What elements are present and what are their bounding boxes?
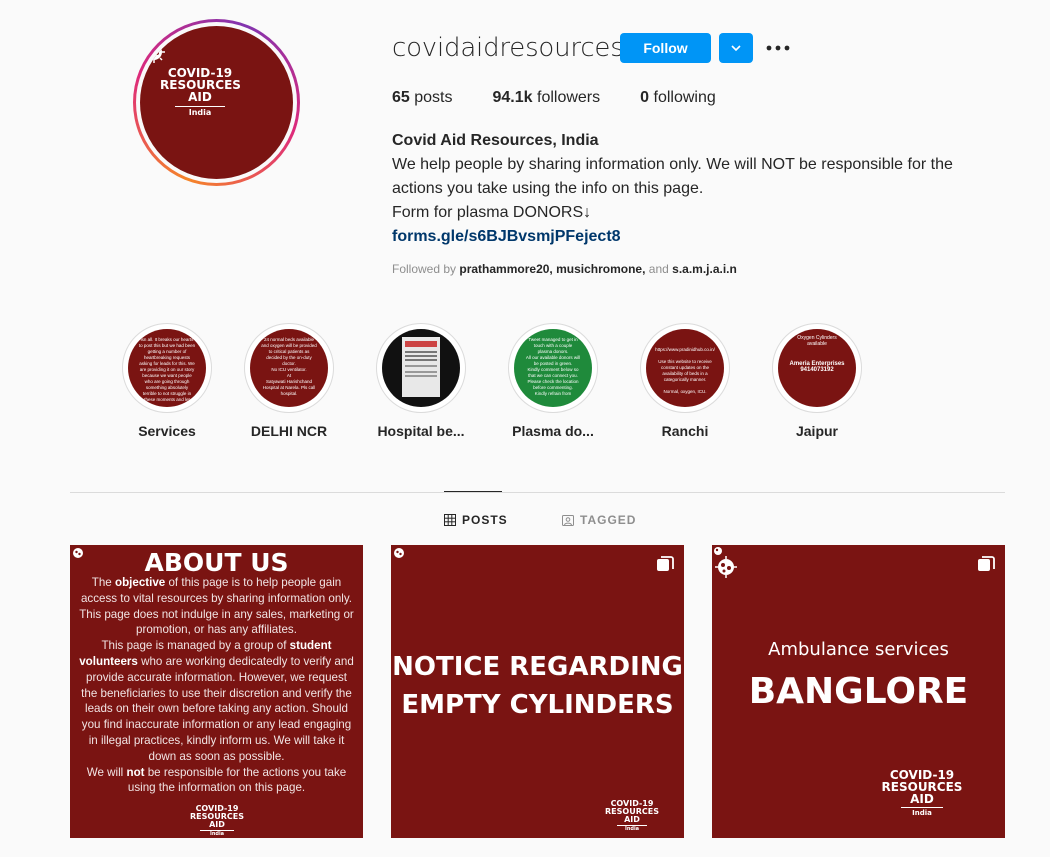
followed-by-and: and xyxy=(648,262,669,276)
highlight-cover: Tweet managed to get in touch with a coup… xyxy=(514,329,592,407)
highlight-label: Jaipur xyxy=(795,423,838,439)
highlight-cover: 24 normal beds available and oxygen will … xyxy=(250,329,328,407)
tabs-divider xyxy=(70,492,1005,493)
posts-count-label: posts xyxy=(414,89,453,106)
post-about-title: ABOUT US xyxy=(144,548,289,577)
grid-icon xyxy=(444,514,456,526)
chevron-down-icon xyxy=(731,45,741,52)
post-ambulance-title: BANGLORE xyxy=(748,671,969,712)
highlight-ring: lsn all. It breaks our hearts to post thi… xyxy=(122,323,212,413)
logo-line-india: India xyxy=(188,108,212,117)
highlight-ring: https://www.pradinidhub.co.in/ Use this … xyxy=(640,323,730,413)
highlight-cover xyxy=(382,329,460,407)
profile-stats: 65 posts 94.1k followers 0 following xyxy=(392,89,756,107)
highlight-label: Ranchi xyxy=(661,423,709,439)
highlight-cover-text: Oxygen Cylinders available Ameria Enterpr… xyxy=(789,335,845,373)
highlight-services[interactable]: lsn all. It breaks our hearts to post thi… xyxy=(112,323,222,439)
covid-resources-aid-logo: COVID-19 RESOURCES AID India xyxy=(605,799,659,832)
followed-by-last: s.a.m.j.a.i.n xyxy=(672,262,737,276)
post-about-us[interactable]: ABOUT US The objective of this page is t… xyxy=(70,545,363,838)
highlight-cover: Oxygen Cylinders available Ameria Enterpr… xyxy=(778,329,856,407)
post-about-body: The objective of this page is to help pe… xyxy=(79,576,354,795)
tab-posts-label: POSTS xyxy=(462,513,508,527)
profile-avatar[interactable]: COVID-19 RESOURCES AID India xyxy=(133,19,300,186)
followers-link[interactable]: 94.1k followers xyxy=(493,89,601,107)
more-horizontal-icon xyxy=(766,45,790,51)
highlight-label: DELHI NCR xyxy=(250,423,328,439)
profile-username: covidaidresources xyxy=(392,33,624,63)
highlight-ring: Tweet managed to get in touch with a coup… xyxy=(508,323,598,413)
post-notice-empty-cylinders[interactable]: NOTICE REGARDING EMPTY CYLINDERS COVID-1… xyxy=(391,545,684,838)
tagged-user-icon xyxy=(562,515,574,526)
followed-by-names: prathammore20, musichromone, xyxy=(459,262,646,276)
more-options-button[interactable] xyxy=(762,33,794,63)
highlight-jaipur[interactable]: Oxygen Cylinders available Ameria Enterpr… xyxy=(762,323,872,439)
avatar-image: COVID-19 RESOURCES AID India xyxy=(140,26,293,179)
highlight-screenshot-thumb xyxy=(402,337,440,397)
highlight-ring: 24 normal beds available and oxygen will … xyxy=(244,323,334,413)
highlight-cover: https://www.pradinidhub.co.in/ Use this … xyxy=(646,329,724,407)
covid-resources-aid-logo: COVID-19 RESOURCES AID India xyxy=(160,67,241,117)
logo-line-aid: AID xyxy=(188,90,212,104)
highlight-ring: Oxygen Cylinders available Ameria Enterpr… xyxy=(772,323,862,413)
tab-posts[interactable]: POSTS xyxy=(444,513,508,527)
following-link[interactable]: 0 following xyxy=(640,89,716,107)
posts-count-value: 65 xyxy=(392,89,410,106)
profile-full-name: Covid Aid Resources, India xyxy=(392,132,599,149)
highlight-cover-text: Tweet managed to get in touch with a coup… xyxy=(525,337,581,396)
profile-bio: Covid Aid Resources, India We help peopl… xyxy=(392,129,992,249)
followers-count-label: followers xyxy=(537,89,601,106)
followers-count-value: 94.1k xyxy=(492,89,533,106)
bio-line: We help people by sharing information on… xyxy=(392,156,953,173)
bio-external-link[interactable]: forms.gle/s6BJBvsmjPFeject8 xyxy=(392,225,992,249)
highlight-label: Plasma do... xyxy=(512,423,594,439)
highlight-cover-text: https://www.pradinidhub.co.in/ Use this … xyxy=(655,347,715,394)
logo-rule xyxy=(175,106,225,107)
post-notice-text: NOTICE REGARDING EMPTY CYLINDERS xyxy=(392,652,683,720)
bio-line: actions you take using the info on this … xyxy=(392,180,704,197)
covid-resources-aid-logo: COVID-19 RESOURCES AID India xyxy=(881,768,963,817)
bio-line: Form for plasma DONORS↓ xyxy=(392,204,592,221)
highlight-plasma-donors[interactable]: Tweet managed to get in touch with a coup… xyxy=(498,323,608,439)
followed-by-text[interactable]: Followed by prathammore20, musichromone,… xyxy=(392,262,737,276)
following-count-label: following xyxy=(653,89,716,106)
active-tab-indicator xyxy=(444,491,502,492)
highlight-delhi-ncr[interactable]: 24 normal beds available and oxygen will … xyxy=(234,323,344,439)
posts-count: 65 posts xyxy=(392,89,453,107)
followed-by-prefix: Followed by xyxy=(392,262,457,276)
suggested-accounts-dropdown-button[interactable] xyxy=(719,33,753,63)
carousel-multiple-icon xyxy=(978,556,995,571)
highlight-hospital-beds[interactable]: Hospital be... xyxy=(366,323,476,439)
following-count-value: 0 xyxy=(640,89,650,106)
tab-tagged-label: TAGGED xyxy=(580,513,637,527)
highlight-ring xyxy=(376,323,466,413)
post-ambulance-subtitle: Ambulance services xyxy=(768,639,949,660)
highlight-label: Services xyxy=(138,423,196,439)
post-ambulance-banglore[interactable]: Ambulance services BANGLORE COVID-19 RES… xyxy=(712,545,1005,838)
carousel-multiple-icon xyxy=(657,556,674,571)
follow-button[interactable]: Follow xyxy=(620,33,711,63)
virus-icon xyxy=(394,548,404,558)
covid-resources-aid-logo: COVID-19 RESOURCES AID India xyxy=(190,804,244,837)
virus-icon xyxy=(714,547,737,578)
highlight-label: Hospital be... xyxy=(377,423,465,439)
highlight-cover: lsn all. It breaks our hearts to post thi… xyxy=(128,329,206,407)
highlight-ranchi[interactable]: https://www.pradinidhub.co.in/ Use this … xyxy=(630,323,740,439)
tab-tagged[interactable]: TAGGED xyxy=(562,513,636,527)
highlight-cover-text: lsn all. It breaks our hearts to post thi… xyxy=(138,337,196,402)
highlight-cover-text: 24 normal beds available and oxygen will … xyxy=(261,337,317,396)
